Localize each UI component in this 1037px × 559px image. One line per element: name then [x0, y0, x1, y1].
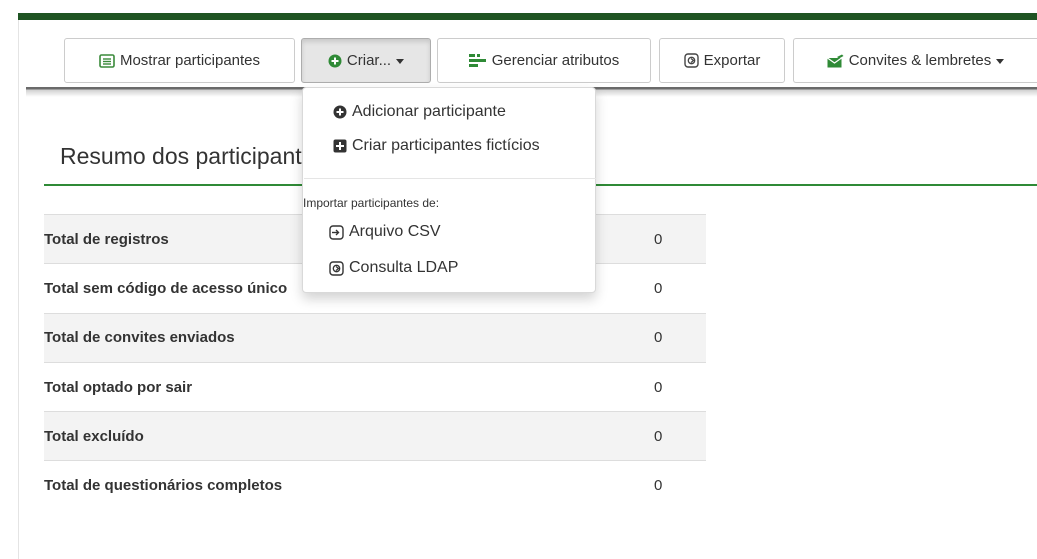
ldap-query-label: Consulta LDAP	[349, 259, 459, 276]
menu-divider	[304, 178, 596, 179]
import-icon	[329, 224, 344, 240]
attributes-icon	[468, 53, 487, 68]
manage-attributes-label: Gerenciar atributos	[491, 52, 620, 69]
list-icon	[99, 53, 115, 68]
row-value: 0	[654, 230, 663, 248]
create-dummy-label: Criar participantes fictícios	[352, 137, 540, 154]
create-dropdown-button[interactable]: Criar...	[301, 38, 431, 83]
import-ldap-menu-item[interactable]: Consulta LDAP	[329, 259, 458, 277]
content-border	[18, 20, 19, 559]
plus-square-icon	[333, 139, 347, 153]
row-value: 0	[654, 279, 663, 297]
invitations-reminders-button[interactable]: Convites & lembretes	[793, 38, 1037, 83]
envelope-icon	[826, 54, 844, 68]
page: Mostrar participantes Criar... Gerenciar…	[0, 0, 1037, 559]
table-row: Total excluído 0	[44, 411, 706, 461]
top-bar	[18, 13, 1037, 20]
csv-file-label: Arquivo CSV	[349, 223, 441, 240]
show-participants-button[interactable]: Mostrar participantes	[64, 38, 295, 83]
create-label: Criar...	[346, 52, 392, 69]
create-dummy-participants-menu-item[interactable]: Criar participantes fictícios	[333, 137, 540, 155]
page-title: Resumo dos participantes	[60, 143, 326, 169]
row-value: 0	[654, 378, 663, 396]
add-participant-menu-item[interactable]: Adicionar participante	[333, 103, 506, 121]
caret-down-icon	[996, 59, 1005, 64]
row-value: 0	[654, 477, 663, 495]
create-dropdown-menu: Adicionar participante Criar participant…	[302, 87, 596, 293]
table-row: Total de convites enviados 0	[44, 313, 706, 363]
row-label: Total optado por sair	[44, 378, 193, 396]
plus-circle-icon	[333, 105, 347, 119]
export-icon	[683, 53, 699, 68]
import-header: Importar participantes de:	[303, 196, 440, 210]
show-participants-label: Mostrar participantes	[119, 52, 261, 69]
caret-down-icon	[396, 59, 405, 64]
import-icon	[329, 260, 344, 276]
export-button[interactable]: Exportar	[659, 38, 785, 83]
export-label: Exportar	[703, 52, 761, 69]
manage-attributes-button[interactable]: Gerenciar atributos	[437, 38, 651, 83]
row-label: Total de questionários completos	[44, 477, 283, 495]
plus-circle-icon	[328, 54, 342, 68]
add-participant-label: Adicionar participante	[352, 103, 506, 120]
import-csv-menu-item[interactable]: Arquivo CSV	[329, 223, 441, 241]
table-row: Total optado por sair 0	[44, 362, 706, 412]
table-row: Total de questionários completos 0	[44, 460, 706, 511]
invitations-label: Convites & lembretes	[848, 52, 992, 69]
row-value: 0	[654, 329, 663, 347]
row-value: 0	[654, 427, 663, 445]
row-label: Total excluído	[44, 427, 144, 445]
row-label: Total de convites enviados	[44, 329, 235, 347]
